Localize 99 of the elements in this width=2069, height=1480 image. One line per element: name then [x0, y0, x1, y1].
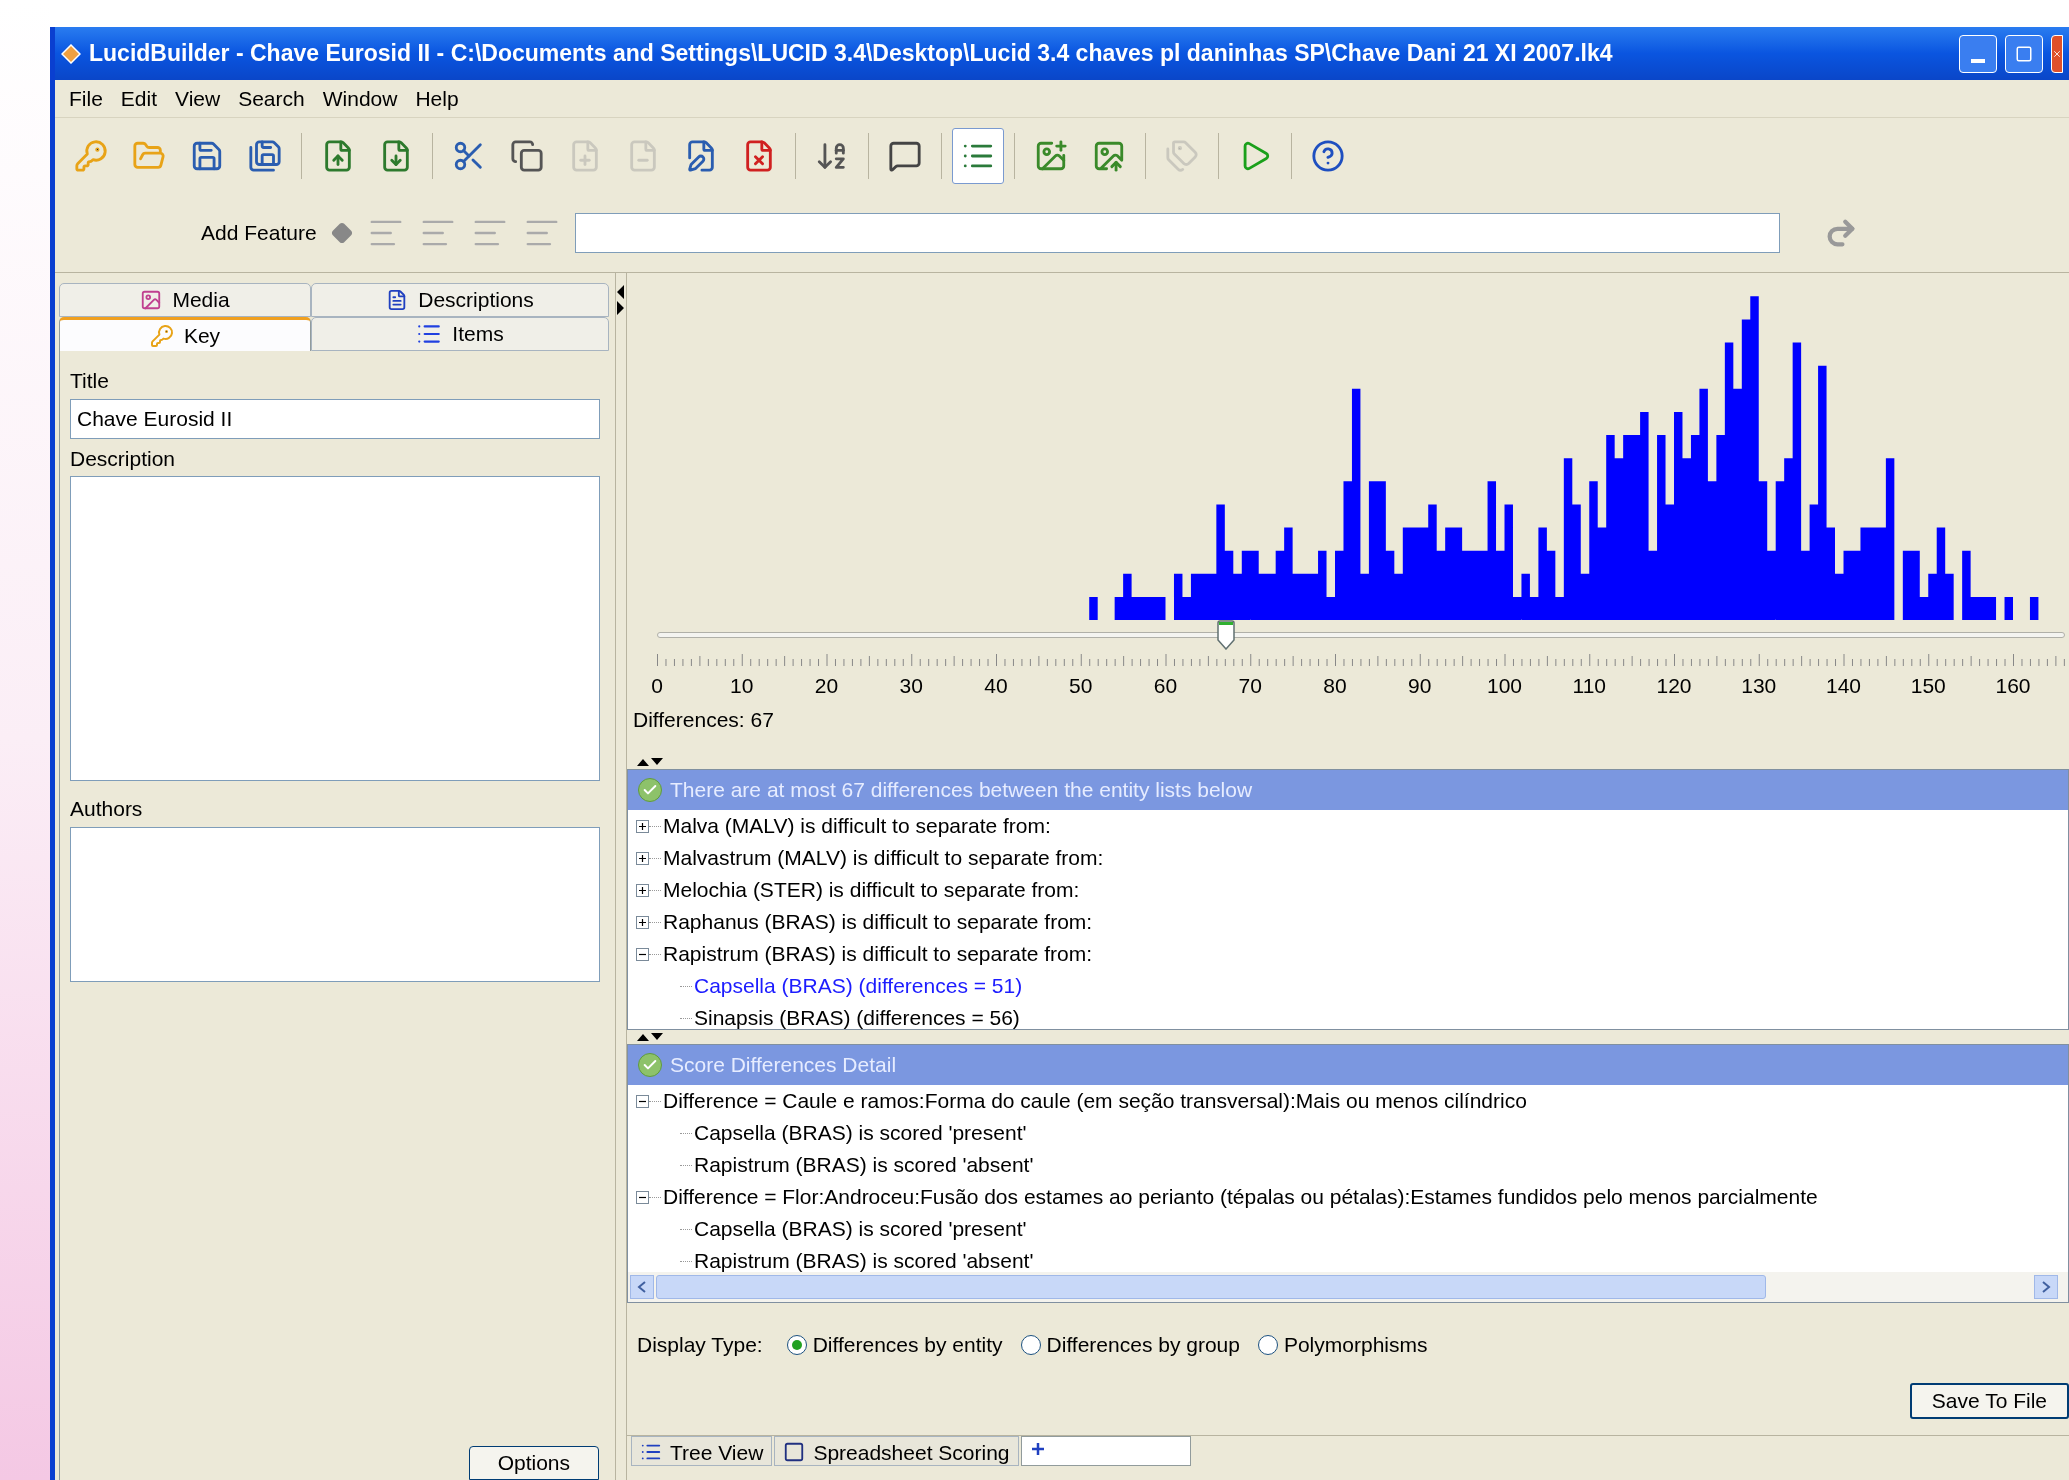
tree-item[interactable]: Capsella (BRAS) is scored 'present': [692, 1117, 1029, 1149]
axis-label: 60: [1153, 673, 1178, 699]
copy-icon: [510, 138, 544, 173]
title-input-field[interactable]: Chave Eurosid II: [70, 398, 600, 439]
axis-label: 80: [1323, 673, 1347, 699]
slider-thumb[interactable]: [1216, 620, 1235, 650]
axis-label: 20: [814, 673, 839, 699]
minimize-button[interactable]: [1959, 34, 1997, 73]
tree-item[interactable]: Capsella (BRAS) (differences = 51): [692, 970, 1025, 1002]
toolbar-button[interactable]: [952, 127, 1004, 184]
help-icon: [1311, 138, 1345, 173]
axis-label: 150: [1910, 673, 1946, 699]
tree-item[interactable]: Raphanus (BRAS) is difficult to separate from:: [661, 906, 1095, 938]
radio-button[interactable]: [1257, 1334, 1278, 1355]
axis-label: 50: [1069, 673, 1093, 699]
axis-label: 10: [730, 673, 754, 699]
panel-tab[interactable]: Media: [59, 283, 311, 317]
menu-item[interactable]: Help: [409, 82, 465, 115]
close-icon: [2052, 48, 2062, 59]
menu-item[interactable]: Window: [316, 82, 404, 115]
slider-track[interactable]: [657, 632, 2065, 638]
tree-item[interactable]: Sinapsis (BRAS) (differences = 56): [692, 1002, 1022, 1029]
radio-label[interactable]: Polymorphisms: [1283, 1329, 1428, 1361]
axis-label: 40: [984, 673, 1008, 699]
horizontal-scrollbar[interactable]: [628, 1272, 2068, 1302]
save-to-file-button[interactable]: Save To File: [1909, 1382, 2069, 1419]
feature-input-field[interactable]: [574, 212, 1780, 253]
radio-button[interactable]: [1020, 1334, 1041, 1355]
tags-icon: [1165, 138, 1199, 173]
panel-header: Score Differences Detail: [628, 1045, 2068, 1085]
scroll-left-icon[interactable]: [630, 1275, 654, 1299]
radio-label[interactable]: Differences by entity: [812, 1329, 1003, 1361]
collapse-icon[interactable]: [636, 1094, 649, 1108]
panel-tab[interactable]: Key: [59, 317, 311, 351]
panel-tab[interactable]: Descriptions: [311, 283, 609, 317]
tree-item[interactable]: Difference = Flor:Androceu:Fusão dos estames ao perianto (tépalas ou pétalas):Estames fundidos pelo menos parcialmente: [661, 1181, 1820, 1213]
collapse-arrows-icon[interactable]: [616, 283, 625, 317]
axis-label: 120: [1656, 673, 1692, 699]
tree-item[interactable]: Rapistrum (BRAS) is difficult to separate from:: [661, 938, 1095, 970]
differences-reading: Differences: 67: [633, 707, 775, 733]
tree-item[interactable]: Malvastrum (MALV) is difficult to separate from:: [661, 842, 1106, 874]
maximize-icon: [2015, 44, 2033, 63]
key-icon: [74, 138, 108, 173]
title-label: Title: [70, 368, 110, 394]
splitter-arrows-icon[interactable]: [635, 757, 665, 767]
tree-item[interactable]: Rapistrum (BRAS) is scored 'absent': [692, 1245, 1036, 1272]
diamond-icon[interactable]: [330, 221, 353, 244]
image-plus-icon: [1034, 138, 1068, 173]
expand-icon[interactable]: [636, 915, 649, 929]
radio-label[interactable]: Differences by group: [1046, 1329, 1240, 1361]
app-diamond-icon: [61, 43, 81, 64]
axis-label: 90: [1408, 673, 1432, 699]
plus-icon: [1029, 1440, 1046, 1457]
description-label: Description: [70, 445, 177, 472]
image-icon: [140, 289, 163, 311]
menu-item[interactable]: Edit: [114, 82, 164, 115]
save-all-icon: [248, 138, 282, 173]
tree-item[interactable]: Melochia (STER) is difficult to separate from:: [661, 874, 1082, 906]
panel-header: There are at most 67 differences between the entity lists below: [628, 770, 2068, 810]
menu-item[interactable]: File: [63, 82, 109, 115]
panel-tab[interactable]: Items: [311, 317, 609, 351]
tree-item[interactable]: Malva (MALV) is difficult to separate from:: [661, 810, 1053, 842]
authors-label: Authors: [70, 796, 144, 822]
display-type-label: Display Type:: [637, 1332, 763, 1358]
splitter-arrows-icon[interactable]: [635, 1032, 665, 1042]
close-button[interactable]: [2051, 34, 2063, 73]
radio-button[interactable]: [786, 1334, 807, 1355]
axis-label: 70: [1238, 673, 1262, 699]
axis-label: 130: [1741, 673, 1777, 699]
minimize-icon: [1971, 58, 1985, 63]
expand-icon[interactable]: [636, 819, 649, 833]
collapse-icon[interactable]: [636, 947, 649, 961]
menu-item[interactable]: Search: [232, 82, 311, 115]
check-icon: [638, 778, 662, 802]
view-tab[interactable]: [1020, 1435, 1191, 1466]
window-title: LucidBuilder - Chave Eurosid II - C:\Documents and Settings\LUCID 3.4\Desktop\Lucid 3.4 chaves pl daninhas SP\Chave Dani 21 XI 2007.lk4: [89, 39, 1613, 69]
axis-label: 140: [1826, 673, 1861, 699]
tree-item[interactable]: Difference = Caule e ramos:Forma do caule (em seção transversal):Mais ou menos cilíndrico: [661, 1085, 1529, 1117]
axis-label: 0: [651, 673, 663, 699]
scroll-thumb[interactable]: [656, 1275, 1766, 1299]
tree-item[interactable]: Capsella (BRAS) is scored 'present': [692, 1213, 1029, 1245]
view-tab[interactable]: Tree View: [631, 1435, 773, 1466]
axis-label: 110: [1572, 673, 1606, 699]
check-icon: [638, 1053, 662, 1077]
add-feature-label: Add Feature: [201, 219, 317, 246]
grid-icon: [783, 1440, 806, 1463]
maximize-button[interactable]: [2005, 34, 2043, 73]
tree-item[interactable]: Rapistrum (BRAS) is scored 'absent': [692, 1149, 1036, 1181]
expand-icon[interactable]: [636, 851, 649, 865]
expand-icon[interactable]: [636, 883, 649, 897]
options-button[interactable]: Options: [468, 1446, 599, 1480]
axis-label: 30: [899, 673, 923, 699]
scroll-right-icon[interactable]: [2034, 1275, 2058, 1299]
axis-label: 100: [1487, 673, 1522, 699]
menu-item[interactable]: View: [169, 82, 227, 115]
key-icon: [149, 323, 174, 348]
axis-label: 160: [1995, 673, 2031, 699]
collapse-icon[interactable]: [636, 1190, 649, 1204]
view-tab[interactable]: Spreadsheet Scoring: [774, 1435, 1019, 1466]
